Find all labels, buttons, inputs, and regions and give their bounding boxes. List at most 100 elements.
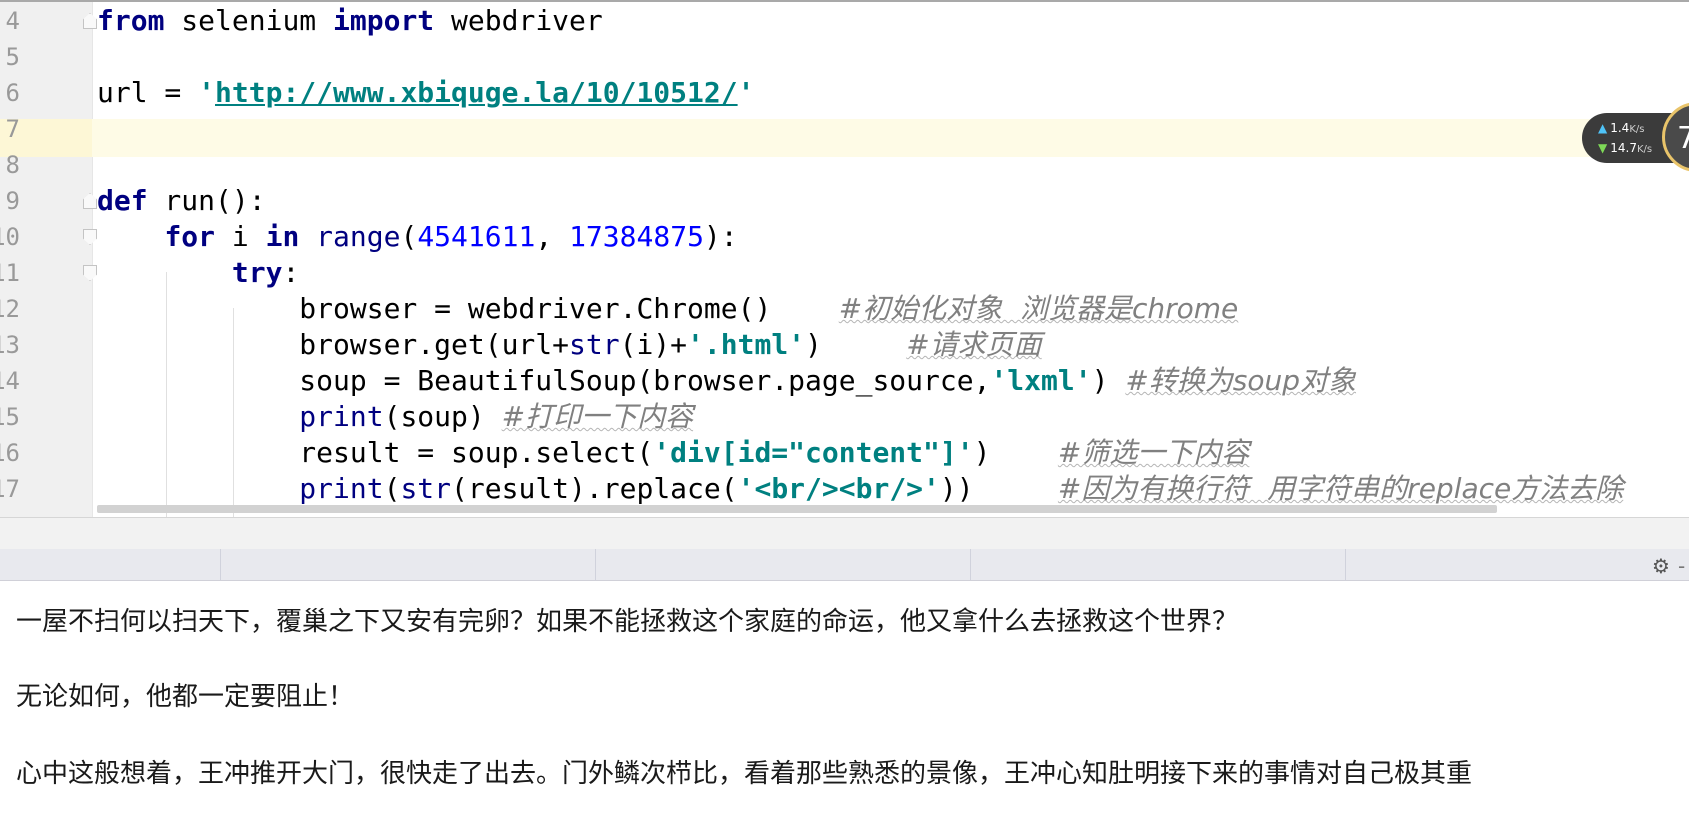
run-tool-tabs <box>0 549 1689 581</box>
comment-token: #请求页面 <box>906 328 1042 361</box>
run-tab[interactable] <box>1346 549 1689 580</box>
line-number: 14 <box>0 367 20 395</box>
line-number: 11 <box>0 259 20 287</box>
upload-speed-unit: K/s <box>1629 124 1645 135</box>
builtin-token: str <box>569 328 620 361</box>
code-line[interactable]: 5 <box>0 38 1689 76</box>
code-text: soup = BeautifulSoup(browser.page_source… <box>97 362 1356 400</box>
fold-marker-icon[interactable] <box>83 13 97 29</box>
line-number: 15 <box>0 403 20 431</box>
keyword-token: for <box>164 220 216 253</box>
code-token: (i)+ <box>619 328 688 361</box>
gear-icon[interactable]: ⚙ <box>1652 554 1670 578</box>
code-token: ) <box>805 328 907 361</box>
console-line: 心中这般想着，王冲推开大门，很快走了出去。门外鳞次栉比，看着那些熟悉的景像，王冲… <box>16 759 1473 789</box>
fold-marker-icon[interactable] <box>83 265 97 281</box>
code-line[interactable]: 17 print(str(result).replace('<br/><br/>… <box>0 470 1689 508</box>
code-token: webdriver <box>434 4 603 37</box>
comment-token: #因为有换行符 用字符串的replace方法去除 <box>1057 472 1624 505</box>
string-link-token: http://www.xbiquge.la/10/10512/ <box>215 76 738 109</box>
run-tab[interactable] <box>0 549 221 580</box>
code-text: browser = webdriver.Chrome() #初始化对象 浏览器是… <box>97 290 1238 328</box>
code-text: try: <box>97 254 299 292</box>
speed-ring-value: 7 <box>1677 121 1689 156</box>
string-token: '.html' <box>687 328 806 361</box>
keyword-token: from <box>97 4 165 37</box>
comment-token: #打印一下内容 <box>501 400 694 433</box>
code-token: ( <box>383 472 401 505</box>
code-token: , <box>535 220 570 253</box>
number-token: 17384875 <box>569 220 704 253</box>
builtin-token: print <box>299 472 384 505</box>
comment-token: #初始化对象 浏览器是chrome <box>838 292 1239 325</box>
code-token: browser.get(url+ <box>97 328 570 361</box>
code-token: )) <box>939 472 1058 505</box>
download-speed-unit: K/s <box>1636 144 1653 155</box>
code-editor[interactable]: 4 from selenium import webdriver 5 6 url = '… <box>0 2 1689 517</box>
run-tab[interactable] <box>971 549 1346 580</box>
line-number: 16 <box>0 439 20 467</box>
string-token: 'div[id="content"]' <box>653 436 974 469</box>
code-line[interactable]: 8 <box>0 146 1689 184</box>
fold-marker-icon[interactable] <box>83 193 97 209</box>
run-tab[interactable] <box>596 549 971 580</box>
code-text: print(soup) #打印一下内容 <box>97 398 693 436</box>
line-number: 13 <box>0 331 20 359</box>
code-text: browser.get(url+str(i)+'.html') #请求页面 <box>97 326 1042 364</box>
code-line[interactable]: 15 print(soup) #打印一下内容 <box>0 398 1689 436</box>
string-token: 'lxml' <box>990 364 1092 397</box>
string-token: ' <box>198 76 216 109</box>
keyword-token: try <box>231 256 283 289</box>
code-token: selenium <box>164 4 334 37</box>
horizontal-scrollbar[interactable] <box>97 505 1497 513</box>
string-token: '<br/><br/>' <box>737 472 940 505</box>
run-tab[interactable] <box>221 549 596 580</box>
keyword-token: import <box>333 4 435 37</box>
code-line[interactable]: 16 result = soup.select('div[id="content… <box>0 434 1689 472</box>
console-output[interactable]: 一屋不扫何以扫天下，覆巢之下又安有完卵？如果不能拯救这个家庭的命运，他又拿什么去… <box>0 581 1689 815</box>
code-text: result = soup.select('div[id="content"]'… <box>97 434 1249 472</box>
builtin-token: str <box>400 472 452 505</box>
comment-token: #筛选一下内容 <box>1057 436 1250 469</box>
console-line: 一屋不扫何以扫天下，覆巢之下又安有完卵？如果不能拯救这个家庭的命运，他又拿什么去… <box>16 607 1239 637</box>
code-token: : <box>282 256 300 289</box>
line-number: 6 <box>5 79 20 107</box>
code-line[interactable]: 11 try: <box>0 254 1689 292</box>
editor-console-splitter[interactable] <box>0 517 1689 549</box>
code-text: print(str(result).replace('<br/><br/>'))… <box>97 470 1623 508</box>
console-line: 无论如何，他都一定要阻止！ <box>16 682 355 712</box>
code-line[interactable]: 10 for i in range(4541611, 17384875): <box>0 218 1689 256</box>
line-number: 8 <box>5 151 20 179</box>
code-token: (result).replace( <box>451 472 738 505</box>
fold-marker-icon[interactable] <box>83 229 97 245</box>
code-token: i <box>215 220 266 253</box>
keyword-token: def <box>97 184 148 217</box>
line-number: 4 <box>5 7 20 35</box>
code-line[interactable]: 12 browser = webdriver.Chrome() #初始化对象 浏… <box>0 290 1689 328</box>
code-text: from selenium import webdriver <box>97 2 603 40</box>
code-line[interactable]: 7 <box>0 110 1689 148</box>
minimize-icon[interactable]: - <box>1678 554 1685 578</box>
line-number: 5 <box>5 43 20 71</box>
code-line[interactable]: 4 from selenium import webdriver <box>0 2 1689 40</box>
code-token: ( <box>400 220 418 253</box>
line-number: 9 <box>5 187 20 215</box>
line-number: 10 <box>0 223 20 251</box>
code-token: ) <box>1091 364 1126 397</box>
code-line[interactable]: 6 url = 'http://www.xbiquge.la/10/10512/' <box>0 74 1689 112</box>
code-token: browser = webdriver.Chrome() <box>97 292 839 325</box>
code-token: url = <box>97 76 199 109</box>
string-token: ' <box>737 76 755 109</box>
code-line[interactable]: 9 def run(): <box>0 182 1689 220</box>
code-token: ): <box>703 220 738 253</box>
code-line[interactable]: 13 browser.get(url+str(i)+'.html') #请求页面 <box>0 326 1689 364</box>
number-token: 4541611 <box>417 220 536 253</box>
arrow-down-icon: ▼ <box>1598 141 1608 155</box>
code-line[interactable]: 14 soup = BeautifulSoup(browser.page_sou… <box>0 362 1689 400</box>
builtin-token: range <box>316 220 401 253</box>
download-speed: ▼ 14.7K/s <box>1598 141 1652 155</box>
arrow-up-icon: ▲ <box>1598 121 1608 135</box>
